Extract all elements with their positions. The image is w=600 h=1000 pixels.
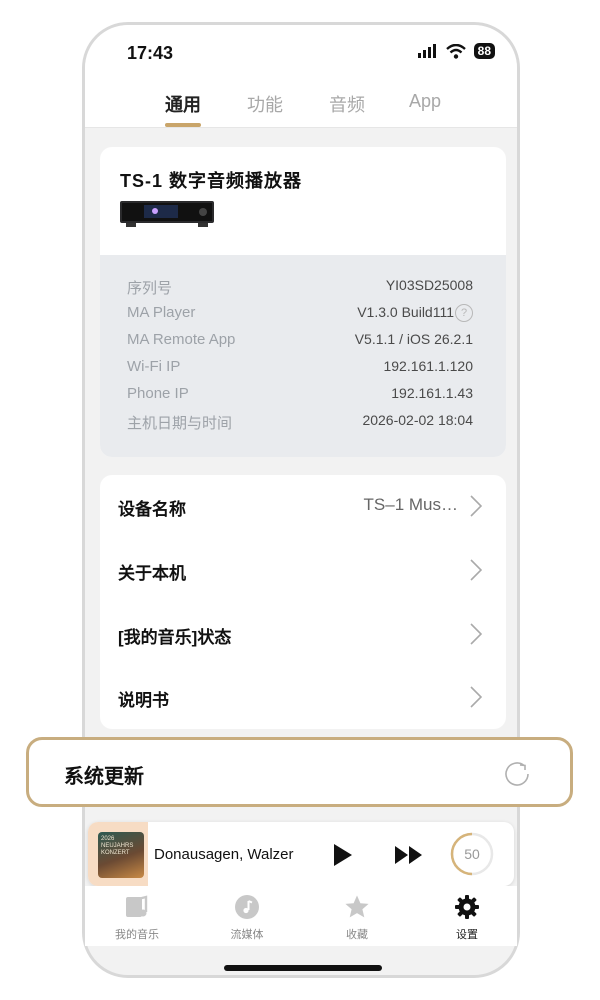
system-update-label: 系统更新: [64, 766, 144, 788]
music-library-icon: [126, 895, 148, 917]
chevron-right-icon: [470, 495, 482, 517]
play-icon[interactable]: [332, 843, 354, 867]
info-row-remote-app: MA Remote App V5.1.1 / iOS 26.2.1: [127, 331, 473, 353]
tab-audio[interactable]: 音频: [329, 91, 365, 117]
info-value: 192.161.1.120: [383, 358, 473, 374]
chevron-right-icon: [470, 623, 482, 645]
info-value: V1.3.0 Build111: [357, 304, 454, 320]
bottom-tabbar: 我的音乐 流媒体 收藏 设置: [85, 886, 517, 946]
tabbar-label: 设置: [456, 929, 478, 941]
mini-player[interactable]: 2026 NEUJAHRS KONZERT Donausagen, Walzer…: [88, 822, 514, 886]
device-image: [120, 201, 214, 227]
active-tab-indicator: [165, 123, 201, 127]
info-value: 192.161.1.43: [391, 385, 473, 401]
info-row-ma-player: MA Player V1.3.0 Build111?: [127, 304, 473, 326]
info-label: Wi-Fi IP: [127, 358, 181, 375]
tab-app[interactable]: App: [409, 91, 441, 112]
top-tabs: 通用 功能 音频 App: [85, 87, 517, 128]
tab-features[interactable]: 功能: [247, 91, 283, 117]
fast-forward-icon[interactable]: [394, 845, 424, 865]
menu-value: TS–1 Mus…: [363, 495, 458, 514]
menu-item-manual[interactable]: 说明书: [100, 666, 506, 729]
settings-menu: 设备名称 TS–1 Mus… 关于本机 [我的音乐]状态 说明书: [100, 475, 506, 729]
refresh-icon: [505, 762, 529, 786]
info-label: MA Remote App: [127, 331, 236, 348]
sleep-timer-value: 50: [464, 846, 480, 862]
wifi-icon: [445, 43, 466, 59]
battery-indicator: 88: [473, 43, 495, 59]
menu-label: 说明书: [118, 691, 169, 710]
info-value: V5.1.1 / iOS 26.2.1: [354, 331, 473, 347]
system-update-button[interactable]: 系统更新: [26, 737, 573, 807]
info-label: 序列号: [127, 280, 173, 297]
tabbar-label: 流媒体: [230, 929, 264, 941]
info-row-wifi-ip: Wi-Fi IP 192.161.1.120: [127, 358, 473, 380]
chevron-right-icon: [470, 686, 482, 708]
info-label: Phone IP: [127, 385, 189, 402]
menu-label: 设备名称: [118, 500, 186, 519]
status-icons: 88: [417, 43, 495, 59]
info-label: 主机日期与时间: [127, 415, 233, 432]
signal-icon: [417, 44, 436, 58]
tabbar-item-my-music[interactable]: 我的音乐: [97, 894, 177, 942]
chevron-right-icon: [470, 559, 482, 581]
info-row-datetime: 主机日期与时间 2026-02-02 18:04: [127, 412, 473, 434]
device-info-card: TS-1 数字音频播放器 序列号 YI03SD25008 MA Player V…: [100, 147, 506, 457]
info-value-with-help: V1.3.0 Build111?: [357, 304, 473, 322]
info-row-serial: 序列号 YI03SD25008: [127, 277, 473, 299]
status-bar: 17:43 88: [85, 25, 517, 87]
album-art-text: 2026 NEUJAHRS KONZERT: [101, 836, 134, 856]
device-title: TS-1 数字音频播放器: [120, 171, 303, 191]
track-title: Donausagen, Walzer: [154, 846, 294, 863]
star-icon: [345, 895, 369, 918]
device-info-panel: 序列号 YI03SD25008 MA Player V1.3.0 Build11…: [100, 255, 506, 457]
tabbar-label: 我的音乐: [115, 929, 159, 941]
tabbar-item-settings[interactable]: 设置: [427, 894, 507, 942]
home-indicator[interactable]: [224, 965, 382, 971]
menu-item-device-name[interactable]: 设备名称 TS–1 Mus…: [100, 475, 506, 538]
tab-general[interactable]: 通用: [165, 91, 201, 117]
menu-item-music-status[interactable]: [我的音乐]状态: [100, 603, 506, 666]
album-art-container: 2026 NEUJAHRS KONZERT: [88, 822, 148, 886]
status-time: 17:43: [127, 43, 174, 63]
menu-label: 关于本机: [118, 564, 186, 583]
help-icon[interactable]: ?: [455, 304, 473, 322]
tabbar-label: 收藏: [346, 929, 368, 941]
gear-icon: [455, 895, 479, 919]
tabbar-item-favorites[interactable]: 收藏: [317, 894, 397, 942]
tabbar-item-streaming[interactable]: 流媒体: [207, 894, 287, 942]
menu-label: [我的音乐]状态: [118, 628, 232, 647]
music-note-icon: [235, 895, 259, 919]
info-value: 2026-02-02 18:04: [362, 412, 473, 428]
info-label: MA Player: [127, 304, 196, 321]
info-row-phone-ip: Phone IP 192.161.1.43: [127, 385, 473, 407]
menu-item-about[interactable]: 关于本机: [100, 539, 506, 602]
info-value: YI03SD25008: [385, 277, 473, 293]
album-art: 2026 NEUJAHRS KONZERT: [98, 832, 144, 878]
